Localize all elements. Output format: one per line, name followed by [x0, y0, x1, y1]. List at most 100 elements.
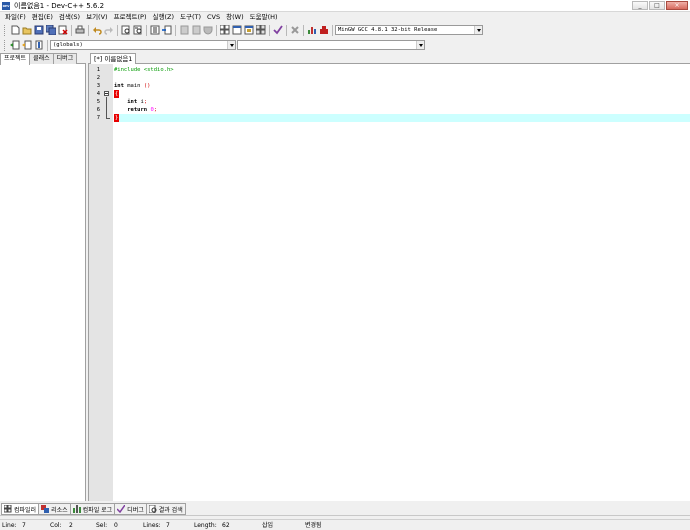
preprocessor-directive: #include <stdio.h> [114, 67, 174, 73]
status-bar: Line: 7 Col: 2 Sel: 0 Lines: 7 Length: 6… [0, 519, 690, 530]
menu-view[interactable]: 보기(V) [83, 12, 110, 23]
toolbar-separator [146, 24, 147, 36]
maximize-button[interactable]: □ [649, 1, 665, 10]
toggle-bookmark-button[interactable] [21, 40, 32, 51]
resources-icon [41, 505, 50, 513]
semicolon: ; [143, 99, 148, 105]
debug-button[interactable] [318, 25, 329, 36]
find-icon [148, 505, 157, 513]
tab-find-results-label: 결과 검색 [158, 506, 183, 514]
line-number: 3 [96, 83, 100, 89]
bottom-panel-divider[interactable] [0, 515, 690, 518]
tab-project[interactable]: 프로젝트 [0, 53, 31, 65]
new-file-icon [11, 25, 19, 35]
undo-button[interactable] [91, 25, 102, 36]
keyword-int: int [114, 83, 124, 89]
close-file-button[interactable] [57, 25, 68, 36]
toolbar-separator [117, 24, 118, 36]
goto-line-icon [161, 25, 171, 35]
status-sel-label: Sel: [96, 522, 108, 529]
compile-run-icon [244, 25, 253, 35]
status-lines-label: Lines: [143, 522, 161, 529]
tab-find-results[interactable]: 결과 검색 [145, 503, 186, 515]
project-browser-tabs: 프로젝트 클래스 디버그 [0, 53, 86, 65]
toolbar-separator [88, 24, 89, 36]
menu-cvs[interactable]: CVS [204, 12, 223, 23]
grid-icon [4, 505, 12, 513]
project-options-button[interactable] [202, 25, 213, 36]
menu-window[interactable]: 창(W) [223, 12, 246, 23]
toolbar-separator [71, 24, 72, 36]
indent-button[interactable] [149, 25, 160, 36]
checkmark-icon [272, 25, 283, 35]
member-select[interactable] [237, 40, 425, 50]
chevron-down-icon[interactable] [416, 41, 424, 49]
code-area[interactable]: #include <stdio.h> int main () { int i; … [114, 64, 690, 501]
code-line-3: int main () [114, 82, 690, 90]
run-button[interactable] [231, 25, 242, 36]
goto-bookmark-icon [35, 40, 42, 50]
status-length-label: Length: [194, 522, 217, 529]
close-brace: } [114, 114, 119, 122]
folder-icon [22, 27, 31, 35]
save-all-button[interactable] [45, 25, 56, 36]
editor-panel: [*] 이름없음1 1 2 3 4 5 6 7 #include <stdio.… [88, 53, 690, 501]
code-line-6: return 0; [114, 106, 690, 114]
tab-debug[interactable]: 디버그 [52, 53, 78, 64]
add-to-project-button[interactable] [178, 25, 189, 36]
open-file-button[interactable] [21, 25, 32, 36]
menu-file[interactable]: 파일(F) [2, 12, 29, 23]
replace-icon [133, 25, 141, 35]
save-all-icon [45, 25, 56, 35]
tab-compile-log[interactable]: 컴파일 로그 [69, 503, 116, 515]
close-button[interactable]: × [666, 1, 688, 10]
scope-select[interactable]: (globals) [50, 40, 236, 50]
syntax-check-button[interactable] [272, 25, 283, 36]
insert-button[interactable] [9, 40, 20, 51]
code-editor[interactable]: 1 2 3 4 5 6 7 #include <stdio.h> int mai… [88, 64, 690, 501]
status-line-label: Line: [2, 522, 17, 529]
bar-chart-icon [307, 27, 316, 34]
tab-compiler[interactable]: 컴파일러 [1, 503, 40, 515]
goto-bookmark-button[interactable] [33, 40, 44, 51]
replace-button[interactable] [132, 25, 143, 36]
chevron-down-icon[interactable] [474, 26, 482, 34]
checkmark-icon [117, 505, 126, 513]
tab-debug-output[interactable]: 디버그 [114, 503, 147, 515]
printer-icon [75, 25, 84, 34]
code-line-4: { [114, 90, 690, 98]
chevron-down-icon[interactable] [227, 41, 235, 49]
tab-compile-log-label: 컴파일 로그 [82, 506, 113, 514]
menu-tools[interactable]: 도구(T) [177, 12, 204, 23]
rebuild-all-button[interactable] [255, 25, 266, 36]
menu-project[interactable]: 프로젝트(P) [111, 12, 150, 23]
indent-icon [150, 25, 159, 35]
fold-collapse-icon[interactable] [104, 91, 109, 96]
minimize-button[interactable]: _ [632, 1, 648, 10]
stop-execution-button[interactable] [289, 25, 300, 36]
save-button[interactable] [33, 25, 44, 36]
find-button[interactable] [120, 25, 131, 36]
bottom-panel-tabs: 컴파일러 리소스 컴파일 로그 디버그 결과 검색 [0, 503, 690, 515]
menu-edit[interactable]: 편집(E) [29, 12, 56, 23]
tab-resources[interactable]: 리소스 [38, 503, 71, 515]
variable-decl: i [137, 99, 144, 105]
status-length-value: 62 [222, 522, 230, 529]
menu-help[interactable]: 도움말(H) [247, 12, 281, 23]
class-toolbar: (globals) [0, 38, 690, 52]
redo-icon [103, 27, 113, 35]
compile-button[interactable] [219, 25, 230, 36]
compiler-select[interactable]: MinGW GCC 4.8.1 32-bit Release [335, 25, 483, 35]
compile-run-button[interactable] [243, 25, 254, 36]
redo-button[interactable] [103, 25, 114, 36]
status-modified: 변경됨 [305, 522, 322, 529]
tab-classes[interactable]: 클래스 [29, 53, 54, 64]
menu-execute[interactable]: 실행(Z) [150, 12, 178, 23]
insert-icon [9, 40, 19, 50]
profile-button[interactable] [306, 25, 317, 36]
print-button[interactable] [74, 25, 85, 36]
remove-from-project-button[interactable] [190, 25, 201, 36]
new-file-button[interactable] [9, 25, 20, 36]
goto-line-button[interactable] [161, 25, 172, 36]
menu-search[interactable]: 검색(S) [56, 12, 83, 23]
